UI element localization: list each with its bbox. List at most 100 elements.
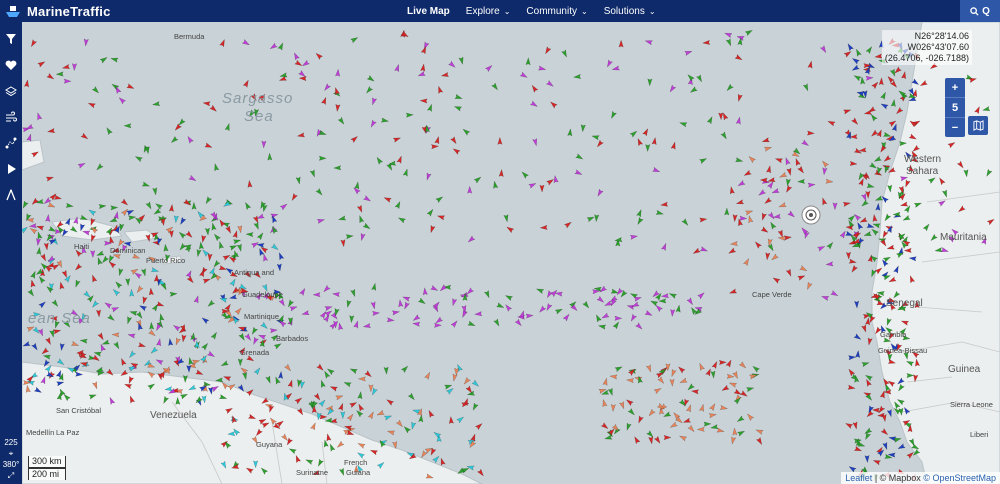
vessel-marker[interactable] bbox=[637, 415, 644, 424]
vessel-marker[interactable] bbox=[83, 38, 89, 47]
vessel-marker[interactable] bbox=[677, 365, 686, 374]
vessel-marker[interactable] bbox=[91, 354, 100, 363]
vessel-marker[interactable] bbox=[852, 421, 859, 430]
vessel-marker[interactable] bbox=[896, 398, 905, 406]
vessel-marker[interactable] bbox=[420, 450, 428, 459]
vessel-marker[interactable] bbox=[313, 392, 322, 401]
vessel-marker[interactable] bbox=[137, 342, 147, 349]
vessel-marker[interactable] bbox=[886, 408, 893, 418]
vessel-marker[interactable] bbox=[657, 376, 666, 385]
vessel-marker[interactable] bbox=[147, 382, 156, 391]
vessel-marker[interactable] bbox=[602, 377, 609, 386]
nav-explore[interactable]: Explore ⌄ bbox=[466, 6, 511, 17]
vessel-marker[interactable] bbox=[614, 315, 623, 321]
vessel-marker[interactable] bbox=[467, 320, 476, 328]
vessel-marker[interactable] bbox=[220, 360, 229, 368]
vessel-marker[interactable] bbox=[864, 454, 870, 464]
vessel-marker[interactable] bbox=[901, 70, 907, 80]
vessel-marker[interactable] bbox=[670, 141, 677, 150]
vessel-marker[interactable] bbox=[957, 205, 966, 214]
vessel-marker[interactable] bbox=[947, 141, 956, 149]
vessel-marker[interactable] bbox=[36, 112, 43, 121]
vessel-marker[interactable] bbox=[37, 328, 45, 337]
vessel-marker[interactable] bbox=[260, 466, 269, 475]
vessel-marker[interactable] bbox=[629, 313, 638, 322]
vessel-marker[interactable] bbox=[922, 223, 931, 232]
vessel-marker[interactable] bbox=[425, 172, 432, 181]
vessel-marker[interactable] bbox=[427, 409, 435, 419]
vessel-marker[interactable] bbox=[938, 177, 946, 186]
vessel-marker[interactable] bbox=[644, 309, 653, 317]
vessel-marker[interactable] bbox=[436, 214, 446, 221]
vessel-marker[interactable] bbox=[905, 359, 915, 367]
vessel-marker[interactable] bbox=[229, 278, 237, 287]
vessel-marker[interactable] bbox=[871, 81, 880, 90]
vessel-marker[interactable] bbox=[357, 376, 366, 382]
vessel-marker[interactable] bbox=[383, 366, 389, 375]
vessel-marker[interactable] bbox=[424, 371, 432, 380]
vessel-marker[interactable] bbox=[825, 261, 834, 267]
vessel-marker[interactable] bbox=[99, 56, 108, 64]
vessel-marker[interactable] bbox=[755, 428, 764, 435]
vessel-marker[interactable] bbox=[647, 408, 656, 417]
vessel-marker[interactable] bbox=[207, 253, 213, 262]
vessel-marker[interactable] bbox=[596, 188, 604, 197]
vessel-marker[interactable] bbox=[927, 176, 936, 184]
vessel-marker[interactable] bbox=[746, 412, 755, 422]
vessel-marker[interactable] bbox=[881, 230, 889, 239]
vessel-marker[interactable] bbox=[434, 135, 441, 145]
vessel-marker[interactable] bbox=[642, 128, 650, 137]
vessel-marker[interactable] bbox=[695, 74, 703, 83]
vessel-marker[interactable] bbox=[761, 137, 770, 144]
vessel-marker[interactable] bbox=[484, 64, 493, 73]
vessel-marker[interactable] bbox=[882, 377, 890, 387]
vessel-marker[interactable] bbox=[358, 214, 365, 224]
vessel-marker[interactable] bbox=[214, 377, 224, 383]
vessel-marker[interactable] bbox=[890, 98, 896, 108]
vessel-marker[interactable] bbox=[644, 39, 653, 46]
vessel-marker[interactable] bbox=[269, 416, 278, 426]
vessel-marker[interactable] bbox=[893, 265, 901, 274]
vessel-marker[interactable] bbox=[711, 360, 719, 370]
vessel-marker[interactable] bbox=[79, 214, 88, 222]
vessel-marker[interactable] bbox=[296, 407, 304, 416]
vessel-marker[interactable] bbox=[739, 215, 748, 221]
filter-button[interactable] bbox=[0, 26, 22, 52]
vessel-marker[interactable] bbox=[147, 370, 156, 379]
vessel-marker[interactable] bbox=[699, 403, 705, 412]
vessel-marker[interactable] bbox=[372, 310, 381, 316]
vessel-marker[interactable] bbox=[269, 328, 279, 334]
vessel-marker[interactable] bbox=[743, 169, 752, 177]
vessel-marker[interactable] bbox=[191, 201, 197, 210]
fullscreen-icon[interactable]: ⤢ bbox=[0, 470, 22, 484]
vessel-marker[interactable] bbox=[881, 414, 887, 423]
vessel-marker[interactable] bbox=[345, 234, 354, 240]
vessel-marker[interactable] bbox=[138, 304, 148, 312]
vessel-marker[interactable] bbox=[320, 96, 328, 106]
vessel-marker[interactable] bbox=[880, 102, 889, 110]
vessel-marker[interactable] bbox=[349, 315, 355, 324]
vessel-marker[interactable] bbox=[335, 103, 341, 113]
vessel-marker[interactable] bbox=[147, 329, 156, 338]
vessel-marker[interactable] bbox=[323, 370, 331, 379]
vessel-marker[interactable] bbox=[660, 242, 668, 252]
vessel-marker[interactable] bbox=[842, 201, 852, 207]
vessel-marker[interactable] bbox=[376, 409, 385, 417]
vessel-marker[interactable] bbox=[277, 251, 285, 261]
vessel-marker[interactable] bbox=[866, 182, 875, 189]
vessel-marker[interactable] bbox=[201, 248, 210, 257]
vessel-marker[interactable] bbox=[55, 71, 64, 77]
vessel-marker[interactable] bbox=[127, 375, 135, 385]
vessel-marker[interactable] bbox=[104, 301, 113, 309]
vessel-marker[interactable] bbox=[232, 230, 239, 239]
vessel-marker[interactable] bbox=[561, 49, 569, 58]
vessel-marker[interactable] bbox=[426, 103, 433, 112]
vessel-marker[interactable] bbox=[887, 358, 897, 365]
vessel-marker[interactable] bbox=[185, 230, 194, 239]
vessel-marker[interactable] bbox=[172, 324, 181, 332]
vessel-marker[interactable] bbox=[737, 179, 746, 187]
vessel-marker[interactable] bbox=[784, 157, 791, 166]
vessel-marker[interactable] bbox=[343, 424, 353, 431]
vessel-marker[interactable] bbox=[474, 422, 483, 431]
layers-button[interactable] bbox=[0, 78, 22, 104]
